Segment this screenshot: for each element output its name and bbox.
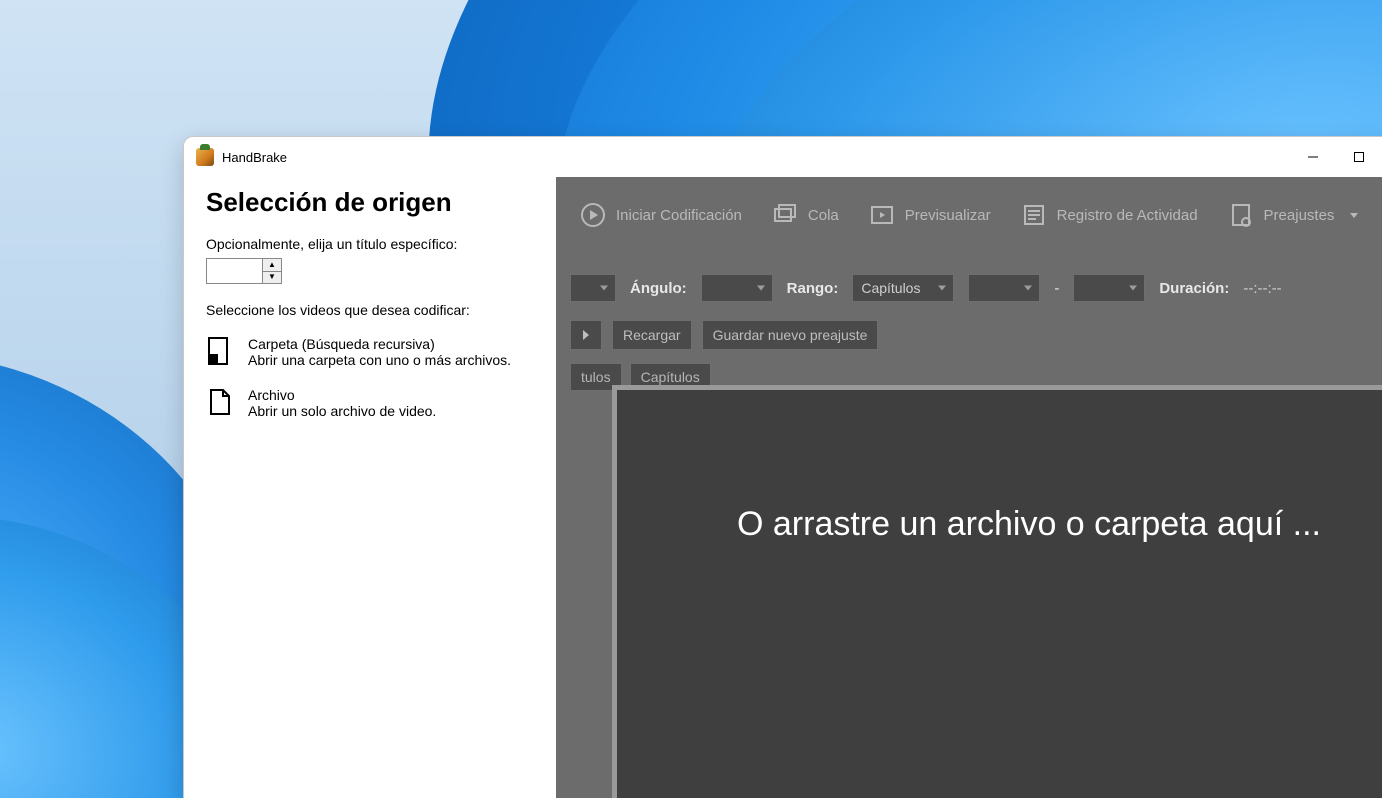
toolbar-label: Registro de Actividad (1057, 207, 1198, 224)
preview-button[interactable]: Previsualizar (869, 202, 991, 228)
toolbar: Iniciar Codificación Cola Previsualizar … (556, 191, 1382, 239)
range-dash: - (1054, 280, 1059, 297)
title-spinner-input[interactable] (207, 259, 262, 283)
optional-title-label: Opcionalmente, elija un título específic… (206, 236, 534, 252)
folder-icon (206, 336, 234, 369)
file-icon (206, 387, 234, 420)
presets-button[interactable]: Preajustes (1228, 202, 1359, 228)
open-folder-title: Carpeta (Búsqueda recursiva) (248, 336, 511, 352)
preset-menu-button[interactable] (570, 320, 602, 350)
queue-button[interactable]: Cola (772, 202, 839, 228)
open-folder-option[interactable]: Carpeta (Búsqueda recursiva) Abrir una c… (206, 336, 534, 369)
select-videos-label: Seleccione los videos que desea codifica… (206, 302, 534, 318)
angle-label: Ángulo: (630, 280, 687, 297)
source-selection-panel: Selección de origen Opcionalmente, elija… (184, 177, 556, 798)
save-new-preset-button[interactable]: Guardar nuevo preajuste (702, 320, 879, 350)
title-controls-row: Ángulo: Rango: Capítulos - Duración: --:… (556, 271, 1382, 305)
presets-icon (1228, 202, 1254, 228)
spinner-down-button[interactable]: ▼ (263, 271, 281, 284)
start-encode-button[interactable]: Iniciar Codificación (580, 202, 742, 228)
title-dropdown[interactable] (570, 274, 616, 302)
queue-icon (772, 202, 798, 228)
maximize-button[interactable] (1336, 137, 1382, 177)
reload-preset-button[interactable]: Recargar (612, 320, 692, 350)
duration-label: Duración: (1159, 280, 1229, 297)
preview-icon (869, 202, 895, 228)
drop-zone-text: O arrastre un archivo o carpeta aquí ... (737, 502, 1342, 548)
panel-heading: Selección de origen (206, 187, 534, 218)
angle-dropdown[interactable] (701, 274, 773, 302)
title-spinner[interactable]: ▲ ▼ (206, 258, 282, 284)
toolbar-label: Iniciar Codificación (616, 207, 742, 224)
preset-row: Recargar Guardar nuevo preajuste (556, 317, 878, 353)
open-folder-sub: Abrir una carpeta con uno o más archivos… (248, 352, 511, 368)
main-area: Iniciar Codificación Cola Previsualizar … (556, 177, 1382, 798)
open-file-title: Archivo (248, 387, 436, 403)
range-start-dropdown[interactable] (968, 274, 1040, 302)
drop-zone[interactable]: O arrastre un archivo o carpeta aquí ... (612, 385, 1382, 798)
desktop-background: HandBrake Selección de origen Opcionalme… (0, 0, 1382, 798)
minimize-icon (1307, 151, 1319, 163)
app-window: HandBrake Selección de origen Opcionalme… (183, 136, 1382, 798)
spinner-up-button[interactable]: ▲ (263, 259, 281, 271)
open-file-option[interactable]: Archivo Abrir un solo archivo de video. (206, 387, 534, 420)
play-icon (580, 202, 606, 228)
toolbar-label: Previsualizar (905, 207, 991, 224)
log-icon (1021, 202, 1047, 228)
window-title: HandBrake (222, 150, 287, 165)
minimize-button[interactable] (1290, 137, 1336, 177)
duration-value: --:--:-- (1243, 280, 1281, 297)
range-type-dropdown[interactable]: Capítulos (852, 274, 954, 302)
titlebar[interactable]: HandBrake (184, 137, 1382, 177)
app-icon (196, 148, 214, 166)
range-label: Rango: (787, 280, 839, 297)
toolbar-label: Cola (808, 207, 839, 224)
activity-log-button[interactable]: Registro de Actividad (1021, 202, 1198, 228)
open-file-sub: Abrir un solo archivo de video. (248, 403, 436, 419)
range-end-dropdown[interactable] (1073, 274, 1145, 302)
maximize-icon (1353, 151, 1365, 163)
toolbar-label: Preajustes (1264, 207, 1335, 224)
